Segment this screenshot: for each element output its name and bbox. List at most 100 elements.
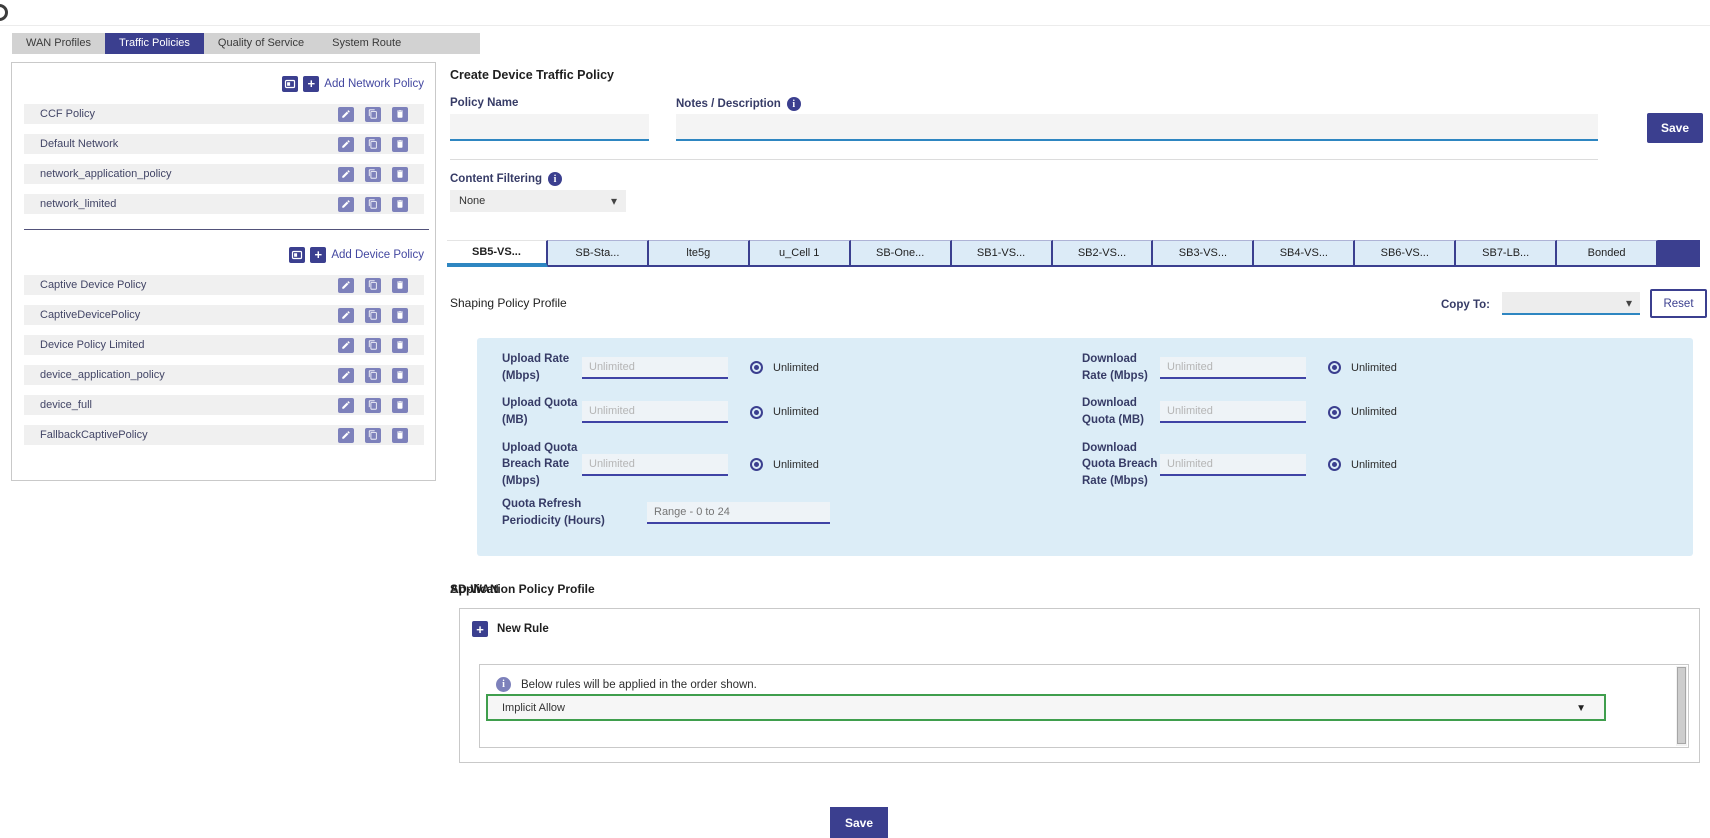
tab-bar-filler xyxy=(406,33,480,54)
rate-input[interactable] xyxy=(582,401,728,423)
edit-icon[interactable] xyxy=(338,398,354,413)
rule-select[interactable]: Implicit Allow xyxy=(486,694,1606,721)
save-button[interactable]: Save xyxy=(1647,113,1703,143)
radio-selected-icon[interactable] xyxy=(750,406,763,419)
content-filtering-select[interactable]: None xyxy=(450,190,626,212)
policy-row[interactable]: network_application_policy xyxy=(24,164,424,184)
device-tab[interactable]: lte5g xyxy=(649,240,750,267)
top-tab[interactable]: Traffic Policies xyxy=(105,33,204,54)
rate-input[interactable] xyxy=(582,357,728,379)
info-icon[interactable] xyxy=(787,97,801,111)
radio-selected-icon[interactable] xyxy=(1328,406,1341,419)
edit-icon[interactable] xyxy=(338,107,354,122)
device-tab[interactable]: SB7-LB... xyxy=(1456,240,1557,267)
radio-selected-icon[interactable] xyxy=(1328,361,1341,374)
copy-icon[interactable] xyxy=(365,338,381,353)
unlimited-radio-group[interactable]: Unlimited xyxy=(1328,361,1397,374)
copy-icon[interactable] xyxy=(365,197,381,212)
policy-row[interactable]: network_limited xyxy=(24,194,424,214)
delete-icon[interactable] xyxy=(392,428,408,443)
collapse-panel-icon[interactable] xyxy=(282,76,298,92)
delete-icon[interactable] xyxy=(392,167,408,182)
copy-to-select[interactable] xyxy=(1502,292,1640,315)
device-tab[interactable]: SB-One... xyxy=(851,240,952,267)
device-tab[interactable]: SB1-VS... xyxy=(952,240,1053,267)
edit-icon[interactable] xyxy=(338,368,354,383)
copy-icon[interactable] xyxy=(365,278,381,293)
edit-icon[interactable] xyxy=(338,428,354,443)
scrollbar[interactable] xyxy=(1676,666,1687,746)
device-tab[interactable]: SB4-VS... xyxy=(1254,240,1355,267)
rate-input[interactable] xyxy=(1160,401,1306,423)
delete-icon[interactable] xyxy=(392,137,408,152)
copy-icon[interactable] xyxy=(365,398,381,413)
edit-icon[interactable] xyxy=(338,137,354,152)
unlimited-radio-group[interactable]: Unlimited xyxy=(750,458,819,471)
radio-selected-icon[interactable] xyxy=(750,361,763,374)
device-tab[interactable]: SB6-VS... xyxy=(1355,240,1456,267)
rate-input[interactable] xyxy=(1160,357,1306,379)
add-rule-button[interactable] xyxy=(472,621,488,637)
delete-icon[interactable] xyxy=(392,338,408,353)
edit-icon[interactable] xyxy=(338,197,354,212)
device-tab[interactable]: SB-Sta... xyxy=(548,240,649,267)
delete-icon[interactable] xyxy=(392,368,408,383)
field-input-wrap xyxy=(1160,357,1306,379)
notes-input[interactable] xyxy=(676,114,1598,141)
scrollbar-thumb[interactable] xyxy=(1677,667,1686,744)
policy-row[interactable]: device_full xyxy=(24,395,424,415)
policy-row[interactable]: Default Network xyxy=(24,134,424,154)
info-icon[interactable] xyxy=(548,172,562,186)
device-tab[interactable]: Bonded xyxy=(1557,240,1658,267)
rate-input[interactable] xyxy=(582,454,728,476)
top-tab[interactable]: WAN Profiles xyxy=(12,33,105,54)
top-tab[interactable]: System Route xyxy=(318,33,415,54)
delete-icon[interactable] xyxy=(392,278,408,293)
copy-icon[interactable] xyxy=(365,308,381,323)
device-tab[interactable]: SB2-VS... xyxy=(1053,240,1154,267)
top-tab[interactable]: Quality of Service xyxy=(204,33,318,54)
rate-input[interactable] xyxy=(1160,454,1306,476)
copy-icon[interactable] xyxy=(365,428,381,443)
policy-row[interactable]: device_application_policy xyxy=(24,365,424,385)
form-divider xyxy=(450,159,1598,160)
policy-row[interactable]: Captive Device Policy xyxy=(24,275,424,295)
add-device-policy-label[interactable]: Add Device Policy xyxy=(331,249,424,261)
copy-icon[interactable] xyxy=(365,107,381,122)
edit-icon[interactable] xyxy=(338,278,354,293)
device-tabs: SB5-VS... SB-Sta... lte5g u_Cell 1 SB-On… xyxy=(447,240,1658,267)
edit-icon[interactable] xyxy=(338,338,354,353)
collapse-panel-icon[interactable] xyxy=(289,247,305,263)
reset-button[interactable]: Reset xyxy=(1650,289,1707,318)
unlimited-radio-group[interactable]: Unlimited xyxy=(750,361,819,374)
unlimited-radio-group[interactable]: Unlimited xyxy=(750,406,819,419)
unlimited-radio-group[interactable]: Unlimited xyxy=(1328,458,1397,471)
save-button-bottom[interactable]: Save xyxy=(830,807,888,838)
delete-icon[interactable] xyxy=(392,398,408,413)
policy-row[interactable]: CaptiveDevicePolicy xyxy=(24,305,424,325)
delete-icon[interactable] xyxy=(392,197,408,212)
copy-icon[interactable] xyxy=(365,368,381,383)
policy-row[interactable]: FallbackCaptivePolicy xyxy=(24,425,424,445)
radio-selected-icon[interactable] xyxy=(1328,458,1341,471)
copy-icon[interactable] xyxy=(365,167,381,182)
quota-refresh-input[interactable] xyxy=(647,502,830,524)
device-tab[interactable]: u_Cell 1 xyxy=(750,240,851,267)
add-network-policy-label[interactable]: Add Network Policy xyxy=(324,78,424,90)
add-device-policy-button[interactable] xyxy=(310,247,326,263)
edit-icon[interactable] xyxy=(338,167,354,182)
policy-row[interactable]: Device Policy Limited xyxy=(24,335,424,355)
copy-icon[interactable] xyxy=(365,137,381,152)
quota-refresh-row: Quota Refresh Periodicity (Hours) xyxy=(502,496,830,529)
tab-scroll-button[interactable] xyxy=(1658,240,1700,267)
policy-name-input[interactable] xyxy=(450,114,649,141)
delete-icon[interactable] xyxy=(392,107,408,122)
device-tab[interactable]: SB3-VS... xyxy=(1153,240,1254,267)
unlimited-radio-group[interactable]: Unlimited xyxy=(1328,406,1397,419)
radio-selected-icon[interactable] xyxy=(750,458,763,471)
policy-row[interactable]: CCF Policy xyxy=(24,104,424,124)
device-tab[interactable]: SB5-VS... xyxy=(447,240,548,267)
delete-icon[interactable] xyxy=(392,308,408,323)
edit-icon[interactable] xyxy=(338,308,354,323)
add-network-policy-button[interactable] xyxy=(303,76,319,92)
